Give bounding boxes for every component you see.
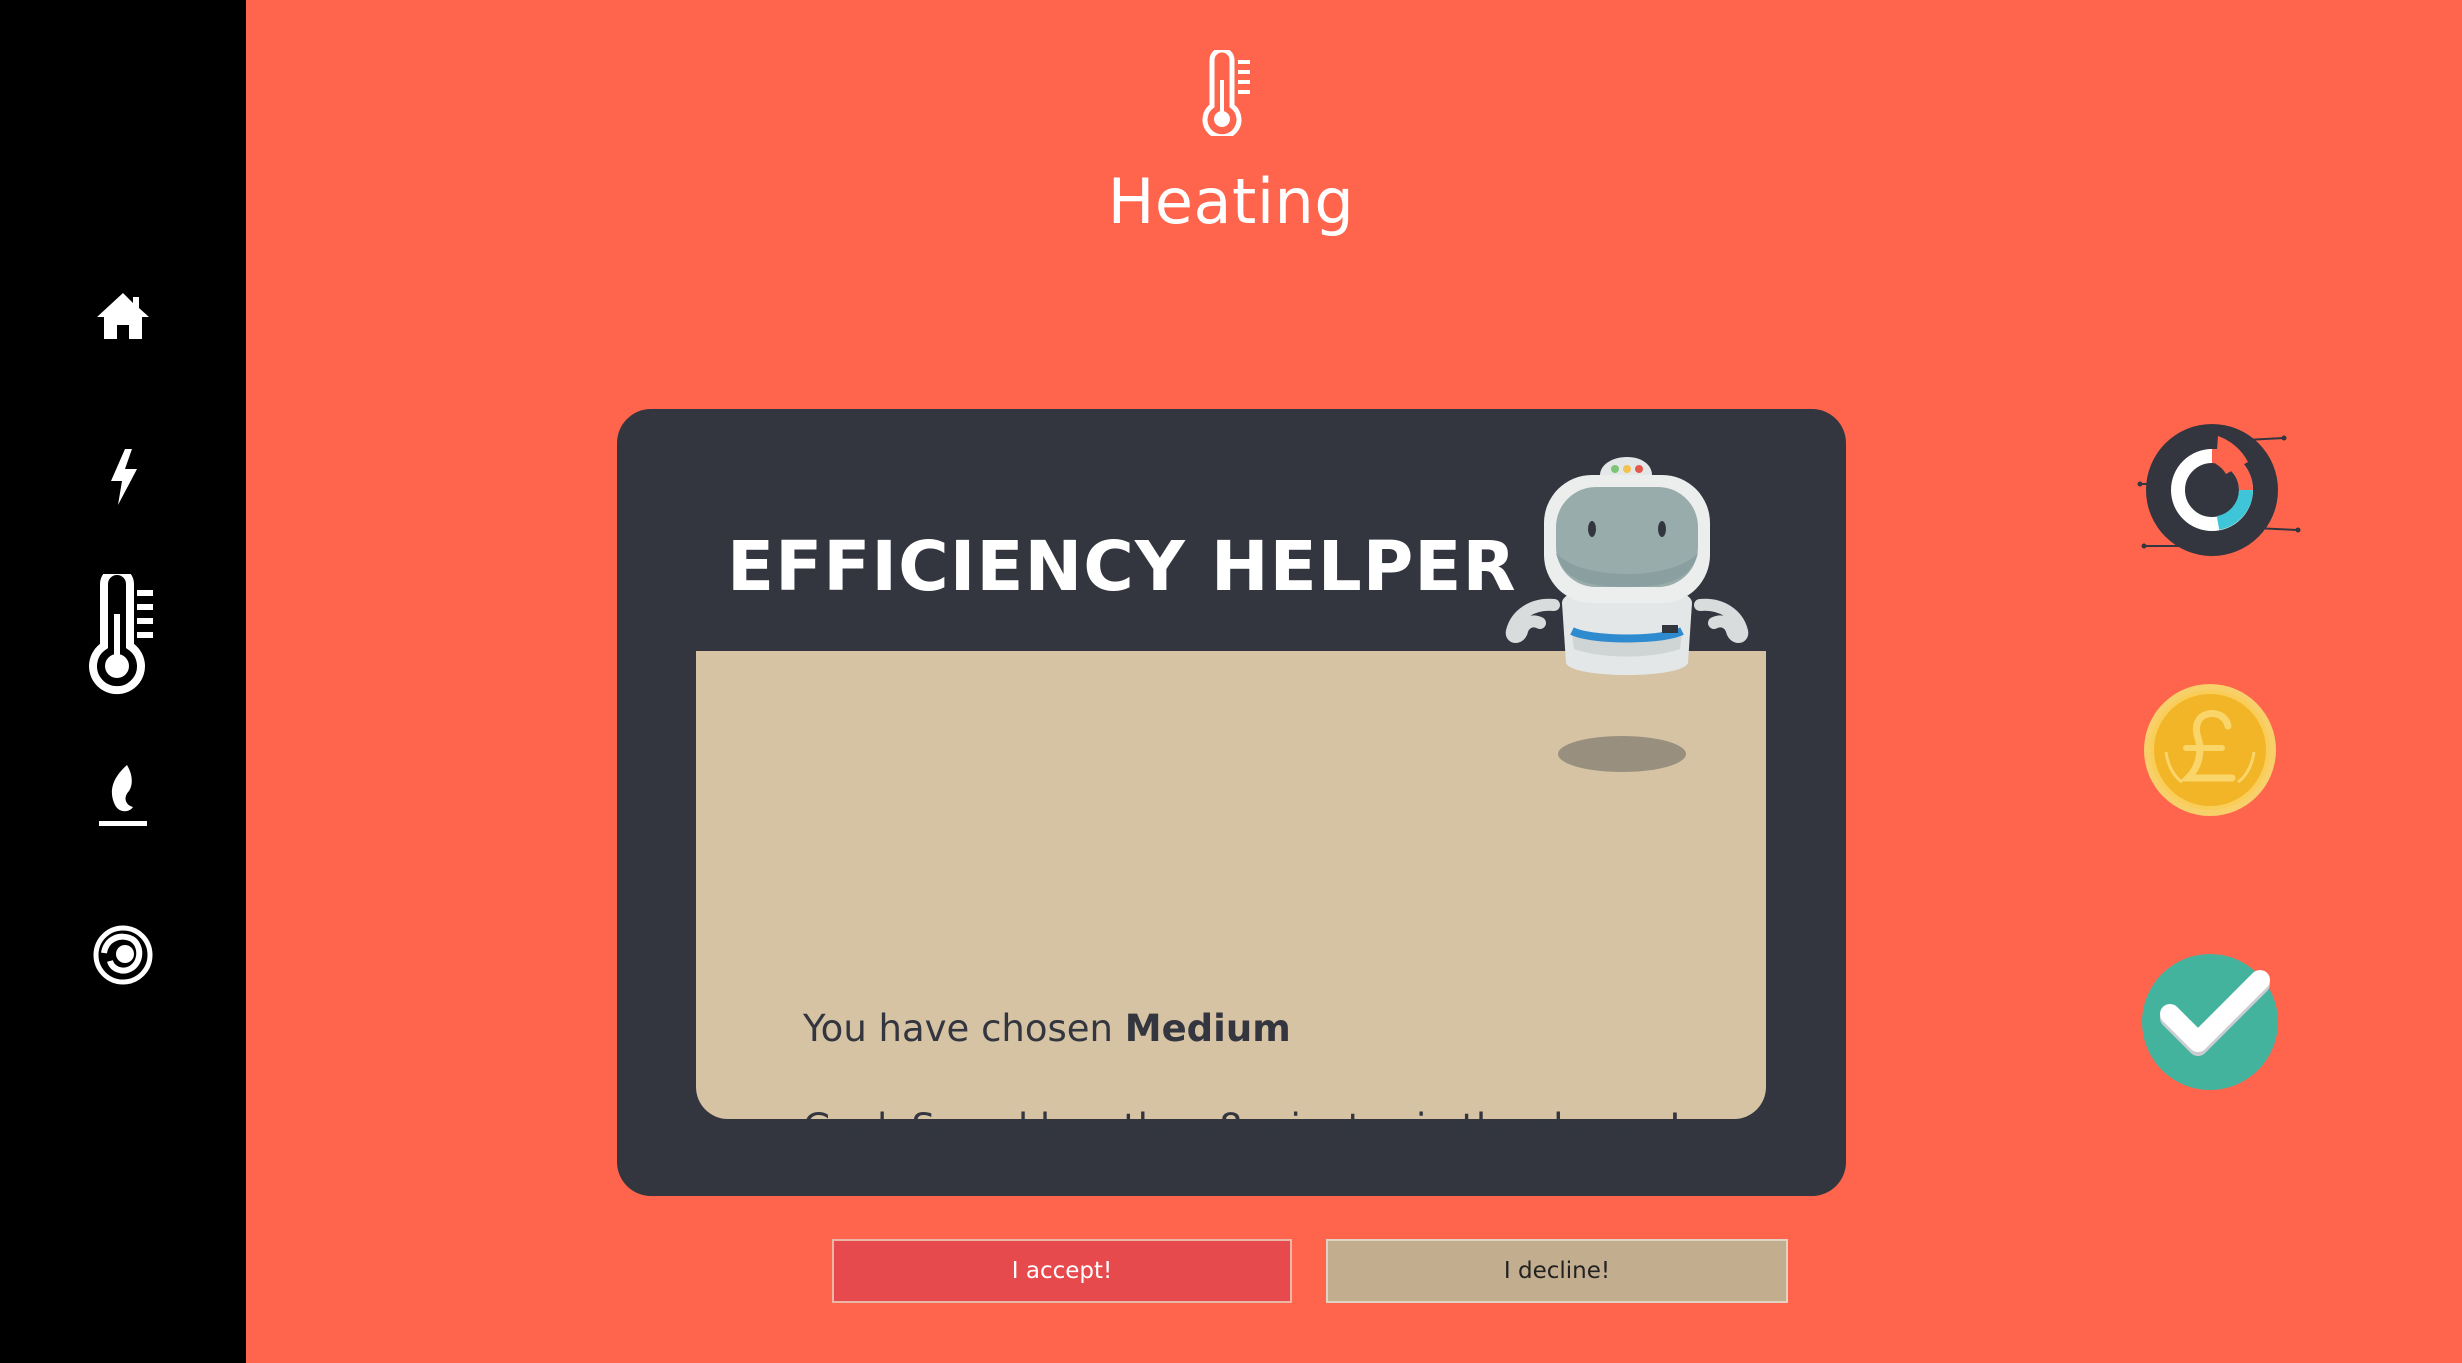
- thermometer-icon: [87, 574, 159, 696]
- sidebar-item-water[interactable]: [0, 922, 246, 988]
- page-title: Heating: [1107, 165, 1355, 238]
- donut-chart-icon: [2136, 422, 2302, 558]
- card-body: You have chosen Medium Goal: Spend less …: [696, 651, 1788, 1303]
- chart-badge[interactable]: [2136, 422, 2302, 558]
- sidebar-item-heating[interactable]: [0, 574, 246, 696]
- card-title: EFFICIENCY HELPER: [727, 527, 1517, 607]
- choice-text: You have chosen Medium: [803, 1007, 1291, 1050]
- home-icon: [95, 291, 151, 341]
- flame-icon: [97, 763, 149, 829]
- choice-value: Medium: [1124, 1007, 1291, 1050]
- pound-coin-icon: [2142, 682, 2278, 818]
- choice-prefix: You have chosen: [803, 1007, 1125, 1050]
- goal-text: Goal: Spend less than 8 minutes in the s…: [803, 1106, 1683, 1149]
- completed-badge[interactable]: [2140, 952, 2280, 1092]
- checkmark-icon: [2140, 952, 2280, 1092]
- accept-button[interactable]: I accept!: [832, 1239, 1292, 1303]
- swirl-icon: [92, 923, 154, 987]
- header-thermometer-icon: [1196, 47, 1262, 140]
- savings-badge[interactable]: [2142, 682, 2278, 818]
- lightning-icon: [105, 447, 141, 507]
- sidebar-item-home[interactable]: [0, 286, 246, 346]
- sidebar-item-gas[interactable]: [0, 762, 246, 830]
- sidebar-item-electricity[interactable]: [0, 446, 246, 508]
- robot-icon: [1492, 453, 1762, 693]
- decline-button[interactable]: I decline!: [1326, 1239, 1788, 1303]
- efficiency-helper-card: EFFICIENCY HELPER You have chosen Medium…: [617, 409, 1846, 1303]
- sidebar: [0, 0, 246, 1363]
- robot-shadow: [1558, 736, 1686, 772]
